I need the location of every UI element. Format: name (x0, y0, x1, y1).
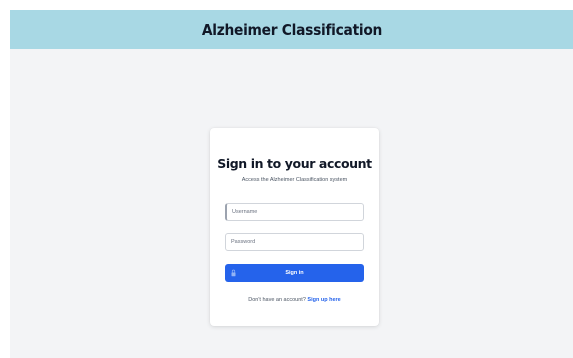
page: Alzheimer Classification Sign in to your… (0, 0, 573, 358)
app-title: Alzheimer Classification (201, 20, 382, 39)
app-frame: Alzheimer Classification Sign in to your… (10, 10, 573, 358)
lock-icon (231, 269, 236, 277)
login-card: Sign in to your account Access the Alzhe… (210, 128, 379, 326)
login-title: Sign in to your account (217, 156, 372, 171)
login-subtitle: Access the Alzheimer Classification syst… (241, 177, 348, 183)
sign-in-button[interactable]: Sign in (225, 264, 364, 282)
signup-prompt-line: Don't have an account? Sign up here (210, 297, 379, 303)
sign-up-link[interactable]: Sign up here (307, 297, 340, 303)
password-input[interactable] (225, 233, 364, 251)
username-input[interactable] (225, 203, 364, 221)
signup-prompt-text: Don't have an account? (248, 297, 306, 303)
sign-in-label: Sign in (285, 270, 304, 276)
app-header: Alzheimer Classification (10, 10, 573, 49)
